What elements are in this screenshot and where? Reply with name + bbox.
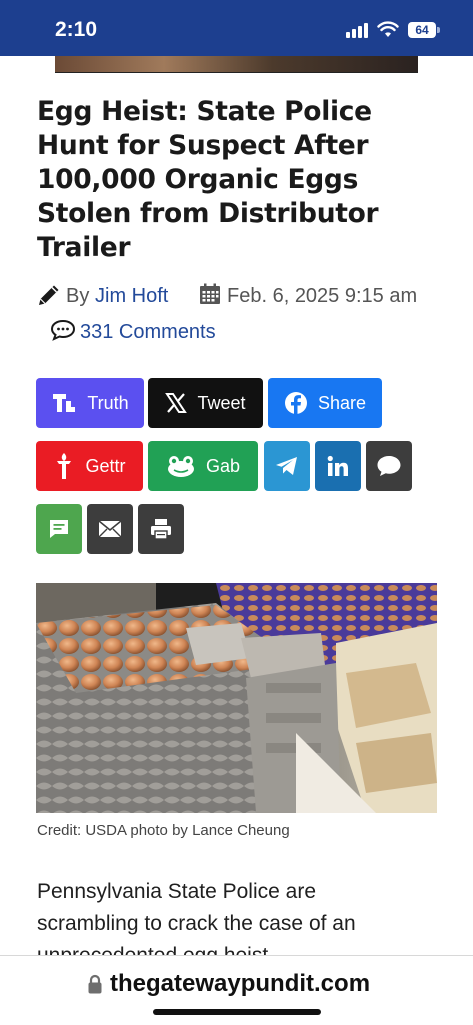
signal-icon	[346, 22, 372, 38]
article-headline: Egg Heist: State Police Hunt for Suspect…	[37, 95, 447, 265]
publish-date: Feb. 6, 2025 9:15 am	[227, 285, 418, 307]
headline-line: Hunt for Suspect After	[37, 130, 369, 161]
gettr-icon	[57, 453, 72, 479]
lock-icon	[88, 974, 102, 994]
truth-social-icon	[53, 394, 76, 412]
comments-link[interactable]: 331 Comments	[80, 321, 216, 344]
battery-tip	[437, 27, 440, 33]
x-logo-icon	[165, 393, 188, 413]
calendar-icon	[200, 283, 220, 304]
share-label: Share	[317, 392, 367, 413]
telegram-share-button[interactable]	[264, 441, 310, 491]
author-link[interactable]: Jim Hoft	[95, 285, 168, 308]
battery-icon: 64	[408, 22, 436, 38]
comments-icon	[50, 319, 76, 341]
print-button[interactable]	[138, 504, 184, 554]
gettr-label: Gettr	[85, 455, 126, 476]
home-indicator[interactable]	[153, 1009, 321, 1015]
facebook-share-button[interactable]: Share	[268, 378, 382, 428]
email-share-button[interactable]	[87, 504, 133, 554]
truth-label: Truth	[87, 392, 129, 413]
article-image-eggs	[36, 583, 437, 813]
telegram-icon	[276, 457, 297, 475]
by-label: By	[66, 285, 90, 307]
headline-line: Stolen from Distributor	[37, 198, 379, 229]
chat-share-button[interactable]	[36, 504, 82, 554]
facebook-icon	[284, 392, 307, 414]
headline-line: Egg Heist: State Police	[37, 96, 372, 127]
linkedin-share-button[interactable]	[315, 441, 361, 491]
tweet-button[interactable]: Tweet	[148, 378, 263, 428]
sms-share-button[interactable]	[366, 441, 412, 491]
headline-line: Trailer	[37, 232, 131, 263]
linkedin-icon	[327, 455, 348, 476]
body-line: scrambling to crack the case of an	[37, 912, 356, 935]
status-bar: 2:10 64	[0, 0, 473, 56]
gab-label: Gab	[205, 455, 241, 476]
pencil-icon	[39, 285, 59, 305]
gab-frog-icon	[167, 456, 194, 477]
image-caption: Credit: USDA photo by Lance Cheung	[37, 822, 290, 839]
gettr-share-button[interactable]: Gettr	[36, 441, 143, 491]
body-line: Pennsylvania State Police are	[37, 880, 316, 903]
tweet-label: Tweet	[197, 392, 246, 413]
truth-social-share-button[interactable]: Truth	[36, 378, 144, 428]
envelope-icon	[98, 520, 122, 538]
url-text[interactable]: thegatewaypundit.com	[110, 970, 370, 998]
wifi-icon	[377, 21, 399, 37]
speech-bubble-icon	[377, 456, 401, 476]
chat-message-icon	[50, 520, 68, 538]
printer-icon	[151, 519, 171, 540]
featured-image-remnant	[55, 56, 418, 73]
article-meta: By Jim Hoft Feb. 6, 2025 9:15 am	[36, 282, 456, 310]
headline-line: 100,000 Organic Eggs	[37, 164, 359, 195]
status-time: 2:10	[55, 18, 98, 41]
eggs-photo	[36, 583, 437, 813]
gab-share-button[interactable]: Gab	[148, 441, 258, 491]
